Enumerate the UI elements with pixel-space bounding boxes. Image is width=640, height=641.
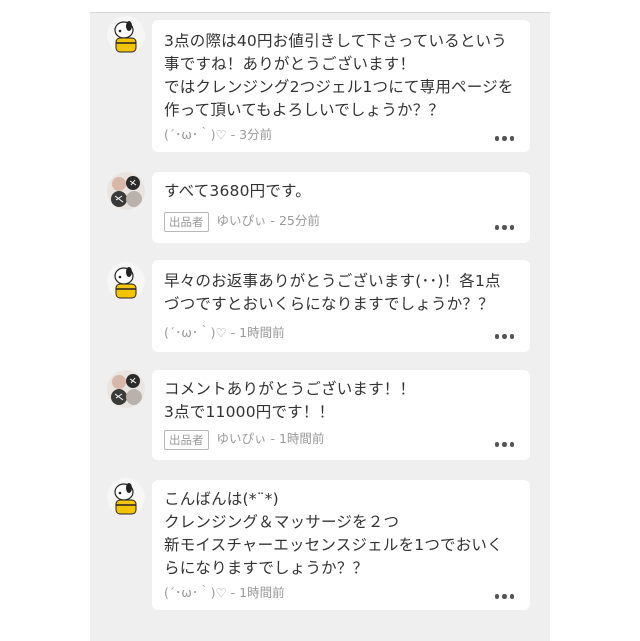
seller-badge: 出品者 xyxy=(164,211,209,232)
comment-text: 早々のお返事ありがとうございます(･･)！各1点 づつですとおいくらになりますで… xyxy=(164,272,501,313)
user-name[interactable]: ゆいぴぃ xyxy=(217,431,267,446)
more-options-icon[interactable] xyxy=(494,442,514,447)
meta-separator: - xyxy=(266,431,279,446)
comment-text: 3点の際は40円お値引きして下さっているという 事ですね！ありがとうございます！… xyxy=(164,32,514,119)
more-options-icon[interactable] xyxy=(494,334,514,339)
snoopy-avatar-icon[interactable] xyxy=(107,262,145,300)
timestamp: 1時間前 xyxy=(239,325,285,340)
comment-text: すべて3680円です。 xyxy=(164,182,311,200)
comment-bubble: コメントありがとうございます！！ 3点で11000円です！！ 出品者 ゆいぴぃ -… xyxy=(152,370,530,460)
user-name[interactable]: (´･ω･｀)♡ xyxy=(164,127,227,142)
meta-separator: - xyxy=(266,213,279,228)
comment-text: こんばんは(*¨*) クレンジング＆マッサージを２つ 新モイスチャーエッセンスジ… xyxy=(164,490,503,577)
comment-meta: (´･ω･｀)♡ - 1時間前 xyxy=(164,582,285,601)
pattern-avatar-icon[interactable] xyxy=(107,172,145,210)
comment-meta: (´･ω･｀)♡ - 3分前 xyxy=(164,124,272,143)
comment-meta: 出品者 ゆいぴぃ - 1時間前 xyxy=(164,428,324,450)
user-name[interactable]: (´･ω･｀)♡ xyxy=(164,325,227,340)
user-name[interactable]: (´･ω･｀)♡ xyxy=(164,585,227,600)
more-options-icon[interactable] xyxy=(494,225,514,230)
meta-separator: - xyxy=(226,127,240,142)
timestamp: 3分前 xyxy=(239,127,273,142)
pattern-avatar-icon[interactable] xyxy=(107,370,145,408)
meta-separator: - xyxy=(226,585,240,600)
meta-separator: - xyxy=(226,325,240,340)
snoopy-avatar-icon[interactable] xyxy=(107,478,145,516)
more-options-icon[interactable] xyxy=(494,136,514,141)
timestamp: 1時間前 xyxy=(239,585,285,600)
comment-meta: 出品者 ゆいぴぃ - 25分前 xyxy=(164,210,320,232)
more-options-icon[interactable] xyxy=(494,594,514,599)
comment-bubble: こんばんは(*¨*) クレンジング＆マッサージを２つ 新モイスチャーエッセンスジ… xyxy=(152,480,530,610)
comment-meta: (´･ω･｀)♡ - 1時間前 xyxy=(164,322,285,341)
comment-bubble: 3点の際は40円お値引きして下さっているという 事ですね！ありがとうございます！… xyxy=(152,20,530,152)
comment-bubble: 早々のお返事ありがとうございます(･･)！各1点 づつですとおいくらになりますで… xyxy=(152,260,530,352)
timestamp: 1時間前 xyxy=(278,431,325,446)
timestamp: 25分前 xyxy=(278,213,320,228)
comment-bubble: すべて3680円です。 出品者 ゆいぴぃ - 25分前 xyxy=(152,172,530,243)
user-name[interactable]: ゆいぴぃ xyxy=(217,213,267,228)
comment-text: コメントありがとうございます！！ 3点で11000円です！！ xyxy=(164,380,416,421)
snoopy-avatar-icon[interactable] xyxy=(107,16,145,54)
seller-badge: 出品者 xyxy=(164,429,209,450)
